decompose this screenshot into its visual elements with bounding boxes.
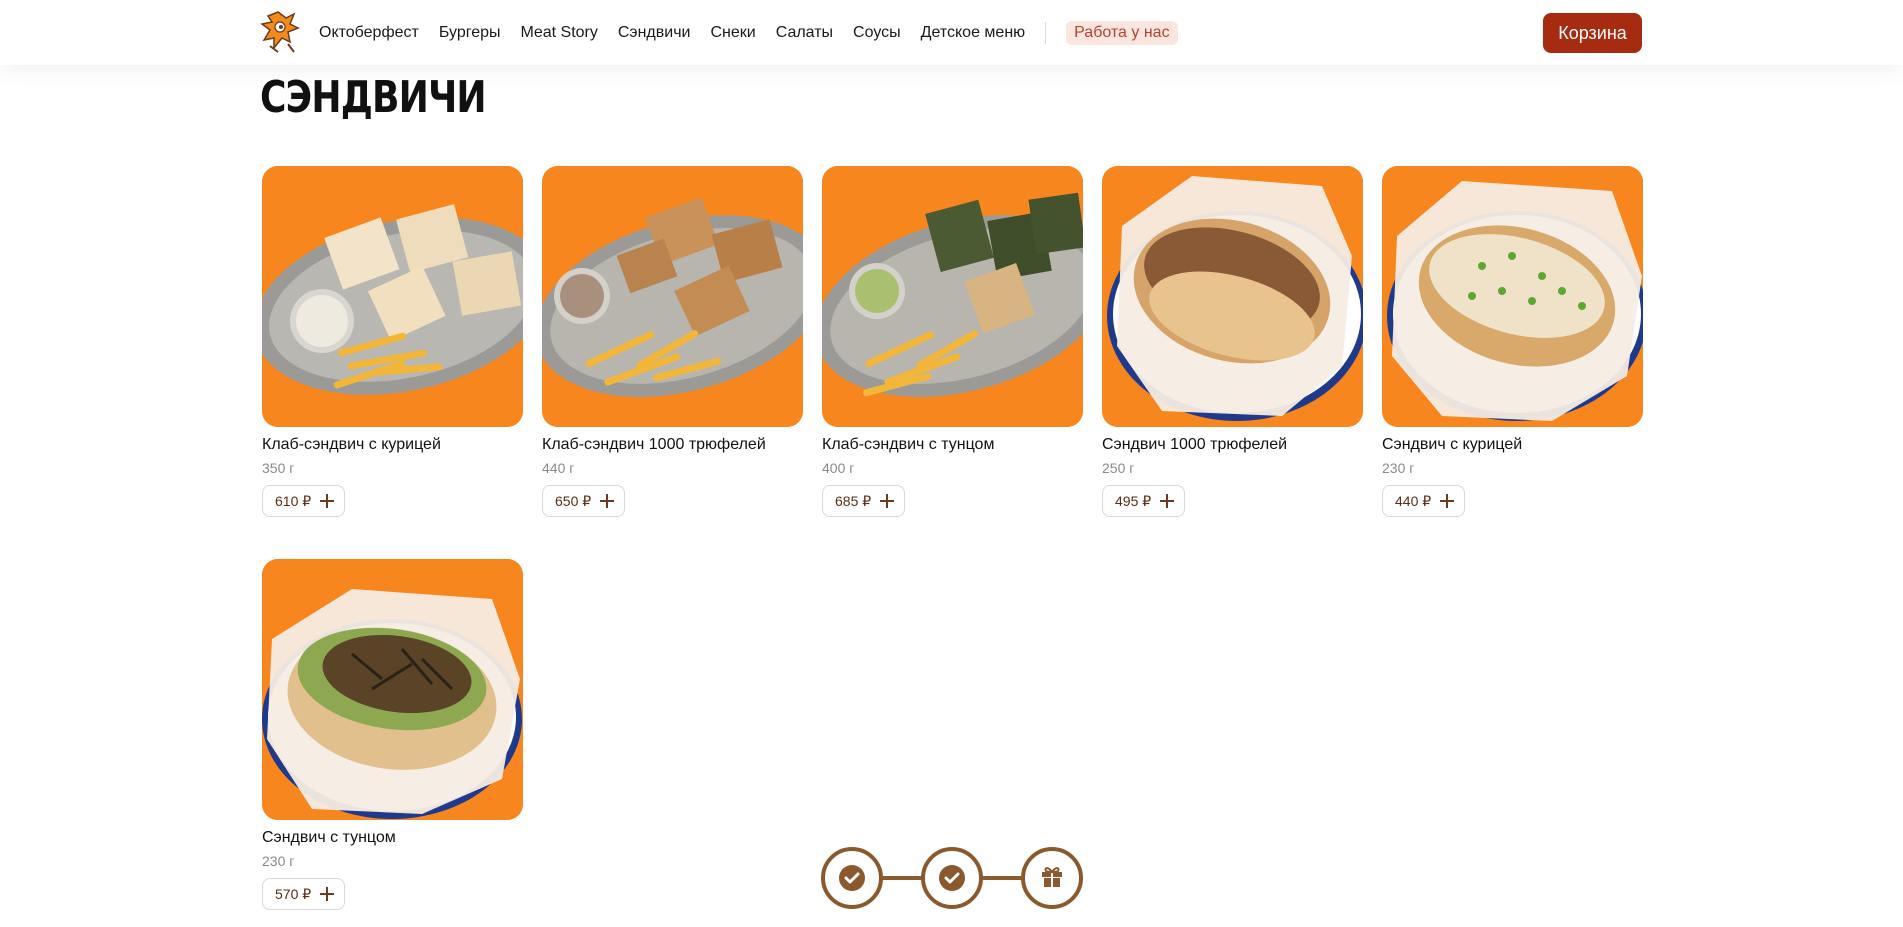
product-weight: 250 г [1102,460,1135,476]
nav-item-kids-menu[interactable]: Детское меню [921,24,1026,42]
logo-icon[interactable] [260,10,302,54]
plus-icon [320,494,335,508]
nav-item-snacks[interactable]: Снеки [710,24,755,42]
cart-button[interactable]: Корзина [1543,13,1642,53]
site-header: Октоберфест Бургеры Meat Story Сэндвичи … [0,0,1903,65]
nav-item-oktoberfest[interactable]: Октоберфест [319,24,419,42]
gift-icon [1038,862,1066,895]
add-to-cart-button[interactable]: 570 ₽ [262,878,346,910]
product-image[interactable] [262,559,523,820]
plus-icon [1440,494,1455,508]
product-weight: 230 г [262,853,295,869]
check-icon [839,865,865,891]
progress-step-3[interactable] [1021,847,1083,909]
product-weight: 400 г [822,460,855,476]
nav-item-sauces[interactable]: Соусы [853,24,901,42]
check-icon [939,865,965,891]
product-price: 495 ₽ [1115,492,1152,509]
add-to-cart-button[interactable]: 685 ₽ [822,485,906,517]
loyalty-progress [821,847,1083,909]
product-price: 610 ₽ [275,492,312,509]
product-card[interactable]: Клаб-сэндвич с тунцом 400 г 685 ₽ [822,166,1083,517]
nav-divider [1045,21,1047,44]
product-image[interactable] [1382,166,1643,427]
product-name: Сэндвич с тунцом [262,829,396,846]
progress-connector [979,876,1025,880]
product-card[interactable]: Клаб-сэндвич с курицей 350 г 610 ₽ [262,166,523,517]
product-name: Клаб-сэндвич 1000 трюфелей [542,436,766,453]
product-image[interactable] [262,166,523,427]
nav-item-meat-story[interactable]: Meat Story [521,24,598,42]
product-price: 650 ₽ [555,492,592,509]
progress-connector [879,876,925,880]
product-weight: 440 г [542,460,575,476]
page-title: СЭНДВИЧИ [260,72,487,123]
add-to-cart-button[interactable]: 495 ₽ [1102,485,1186,517]
product-name: Сэндвич с курицей [1382,436,1523,453]
add-to-cart-button[interactable]: 650 ₽ [542,485,626,517]
product-name: Клаб-сэндвич с курицей [262,436,441,453]
product-name: Клаб-сэндвич с тунцом [822,436,995,453]
nav-item-burgers[interactable]: Бургеры [439,24,501,42]
plus-icon [880,494,895,508]
product-name: Сэндвич 1000 трюфелей [1102,436,1288,453]
product-card[interactable]: Сэндвич с тунцом 230 г 570 ₽ [262,559,523,910]
product-price: 570 ₽ [275,885,312,902]
product-card[interactable]: Сэндвич с курицей 230 г 440 ₽ [1382,166,1643,517]
product-price: 440 ₽ [1395,492,1432,509]
progress-step-2[interactable] [921,847,983,909]
product-image[interactable] [1102,166,1363,427]
product-weight: 350 г [262,460,295,476]
jobs-link[interactable]: Работа у нас [1066,20,1178,45]
product-weight: 230 г [1382,460,1415,476]
product-price: 685 ₽ [835,492,872,509]
nav-item-sandwiches[interactable]: Сэндвичи [618,24,691,42]
progress-step-1[interactable] [821,847,883,909]
main-nav: Октоберфест Бургеры Meat Story Сэндвичи … [319,0,1178,65]
product-image[interactable] [822,166,1083,427]
add-to-cart-button[interactable]: 440 ₽ [1382,485,1466,517]
plus-icon [600,494,615,508]
add-to-cart-button[interactable]: 610 ₽ [262,485,346,517]
plus-icon [1160,494,1175,508]
product-card[interactable]: Клаб-сэндвич 1000 трюфелей 440 г 650 ₽ [542,166,803,517]
product-card[interactable]: Сэндвич 1000 трюфелей 250 г 495 ₽ [1102,166,1363,517]
plus-icon [320,887,335,901]
nav-item-salads[interactable]: Салаты [776,24,833,42]
product-image[interactable] [542,166,803,427]
